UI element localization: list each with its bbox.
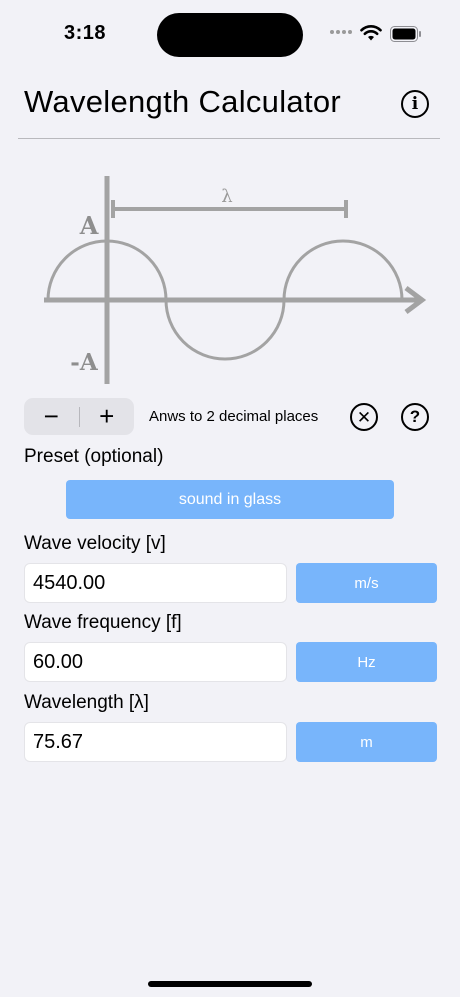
question-circle-icon: ? (409, 407, 421, 426)
help-button[interactable]: ? (401, 403, 429, 431)
x-circle-icon: ✕ (356, 407, 372, 427)
info-button[interactable]: i (401, 90, 429, 118)
battery-icon (390, 26, 421, 42)
decimal-stepper: − + (24, 398, 134, 435)
cellular-signal-icon (330, 30, 354, 36)
velocity-unit-button[interactable]: m/s (296, 563, 437, 603)
wavelength-input[interactable]: 75.67 (24, 722, 287, 762)
page-title: Wavelength Calculator (24, 84, 342, 119)
dynamic-island (157, 13, 303, 57)
neg-amplitude-label: -A (70, 349, 99, 376)
decimal-places-label: Anws to 2 decimal places (149, 408, 319, 425)
lambda-label: λ (221, 186, 232, 207)
home-indicator[interactable] (148, 981, 312, 987)
frequency-label: Wave frequency [f] (24, 612, 182, 633)
preset-label: Preset (optional) (24, 446, 164, 467)
wifi-icon (360, 25, 382, 41)
frequency-unit-button[interactable]: Hz (296, 642, 437, 682)
wavelength-unit-button[interactable]: m (296, 722, 437, 762)
header-divider (18, 138, 440, 139)
status-time: 3:18 (64, 22, 107, 44)
wavelength-label: Wavelength [λ] (24, 692, 149, 713)
decrement-button[interactable]: − (24, 398, 79, 435)
clear-button[interactable]: ✕ (350, 403, 378, 431)
preset-button[interactable]: sound in glass (66, 480, 394, 519)
velocity-input[interactable]: 4540.00 (24, 563, 287, 603)
velocity-label: Wave velocity [v] (24, 533, 166, 554)
increment-button[interactable]: + (80, 398, 135, 435)
wave-diagram: λ A -A (44, 176, 427, 384)
amplitude-label: A (79, 211, 99, 240)
info-icon: i (411, 94, 419, 114)
frequency-input[interactable]: 60.00 (24, 642, 287, 682)
